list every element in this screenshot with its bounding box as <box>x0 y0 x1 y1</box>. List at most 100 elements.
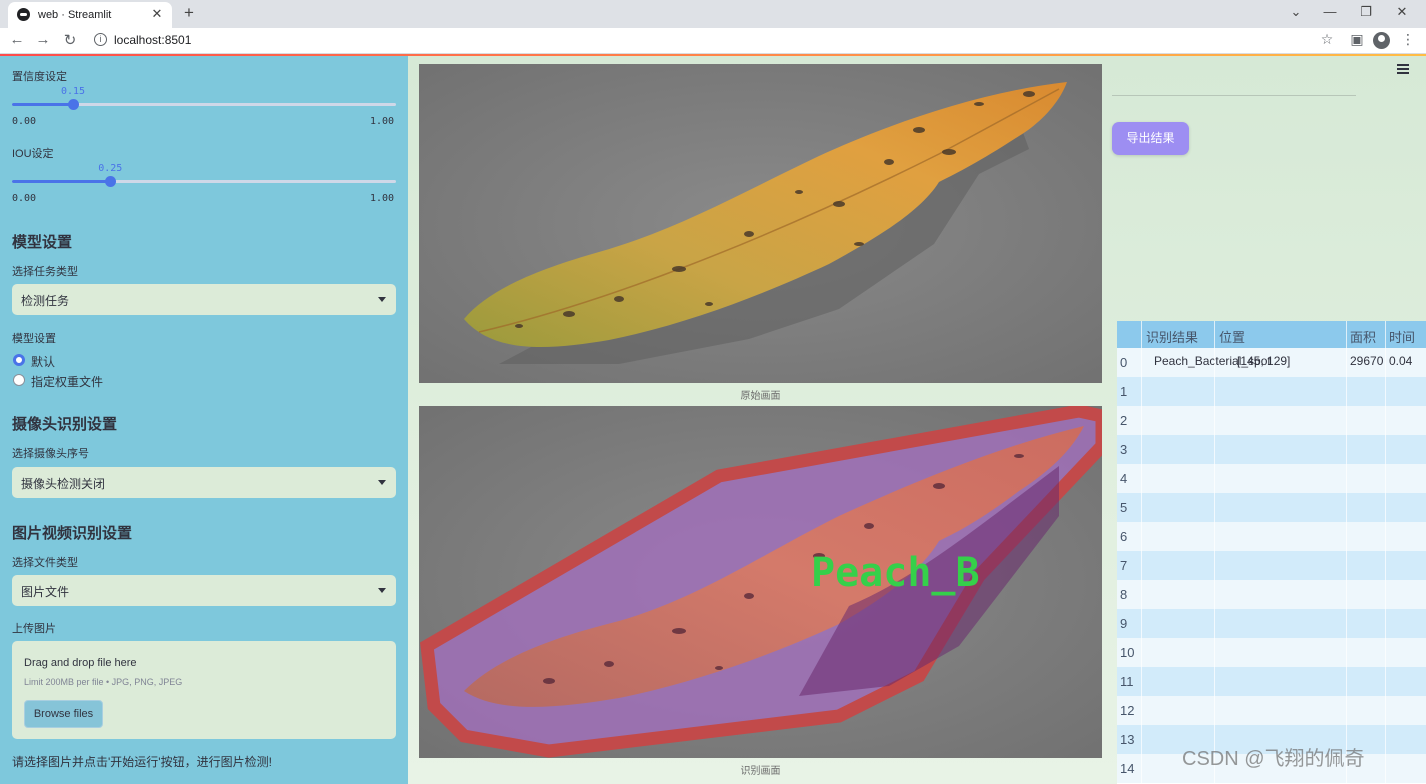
iou-label: IOU设定 <box>12 148 54 160</box>
browser-tab[interactable]: web · Streamlit ✕ <box>8 2 172 28</box>
task-type-select[interactable]: 检测任务 <box>12 284 396 315</box>
camera-section-title: 摄像头识别设置 <box>12 416 118 433</box>
bookmark-star-icon[interactable]: ☆ <box>1318 31 1336 48</box>
file-type-value: 图片文件 <box>21 585 70 599</box>
confidence-slider-thumb[interactable] <box>67 99 79 110</box>
table-row[interactable]: 8 <box>1117 580 1426 609</box>
table-row[interactable]: 1 <box>1117 377 1426 406</box>
iou-value: 0.25 <box>98 163 123 174</box>
iou-slider-thumb[interactable] <box>105 176 117 187</box>
iou-slider[interactable] <box>12 176 396 187</box>
table-row[interactable]: 9 <box>1117 609 1426 638</box>
col-result[interactable]: 识别结果 <box>1146 327 1198 346</box>
iou-slider-fill <box>12 180 111 183</box>
radio-default-label[interactable]: 默认 <box>31 353 55 370</box>
more-menu-icon[interactable]: ⋮ <box>1399 31 1417 48</box>
row-index: 3 <box>1120 442 1128 457</box>
watermark: CSDN @飞翔的佩奇 <box>1182 748 1365 770</box>
chevron-down-icon[interactable]: ⌄ <box>1286 4 1306 20</box>
table-row[interactable]: 3 <box>1117 435 1426 464</box>
file-type-select[interactable]: 图片文件 <box>12 575 396 606</box>
row-index: 0 <box>1120 355 1128 370</box>
radio-custom-weights[interactable] <box>13 374 25 386</box>
col-area[interactable]: 面积 <box>1350 327 1376 346</box>
radio-custom-weights-label[interactable]: 指定权重文件 <box>31 373 103 390</box>
row-index: 14 <box>1120 761 1135 776</box>
confidence-slider[interactable] <box>12 99 396 110</box>
original-image <box>419 64 1102 383</box>
confidence-min: 0.00 <box>12 116 37 127</box>
tab-close-icon[interactable]: ✕ <box>149 6 165 22</box>
back-icon[interactable]: ← <box>8 31 26 48</box>
row-index: 7 <box>1120 558 1128 573</box>
dropzone-title: Drag and drop file here <box>24 657 137 669</box>
table-row[interactable]: 12 <box>1117 696 1426 725</box>
row-index: 13 <box>1120 732 1135 747</box>
cell-position: [145, 129] <box>1237 354 1291 368</box>
row-index: 2 <box>1120 413 1128 428</box>
forward-icon[interactable]: → <box>34 31 52 48</box>
results-table[interactable]: 识别结果 位置 面积 时间 0 Peach_Bacterial_spot [145,… <box>1117 321 1426 784</box>
row-index: 12 <box>1120 703 1135 718</box>
column-separator <box>1214 321 1215 784</box>
table-row[interactable]: 4 <box>1117 464 1426 493</box>
iou-min: 0.00 <box>12 193 37 204</box>
table-row[interactable]: 7 <box>1117 551 1426 580</box>
table-row[interactable]: 10 <box>1117 638 1426 667</box>
row-index: 4 <box>1120 471 1128 486</box>
file-dropzone[interactable]: Drag and drop file here Limit 200MB per … <box>12 641 396 739</box>
radio-default[interactable] <box>13 354 25 366</box>
export-results-button[interactable]: 导出结果 <box>1112 122 1189 155</box>
browser-toolbar: ← → ↻ i localhost:8501 ☆ ▣ ⋮ <box>0 28 1426 54</box>
camera-label: 选择摄像头序号 <box>12 448 89 460</box>
model-section-title: 模型设置 <box>12 234 73 251</box>
minimize-icon[interactable]: — <box>1320 4 1340 19</box>
column-separator <box>1141 321 1142 784</box>
table-row[interactable]: 6 <box>1117 522 1426 551</box>
row-index: 11 <box>1120 674 1134 689</box>
camera-value: 摄像头检测关闭 <box>21 477 106 491</box>
row-index: 1 <box>1120 384 1128 399</box>
screen: web · Streamlit ✕ + ⌄ — ❐ ✕ ← → ↻ i loca… <box>0 0 1426 784</box>
detection-label: Peach_B <box>811 550 980 596</box>
column-separator <box>1385 321 1386 784</box>
instruction-text: 请选择图片并点击'开始运行'按钮，进行图片检测! <box>12 755 272 769</box>
col-position[interactable]: 位置 <box>1219 327 1245 346</box>
table-row[interactable]: 5 <box>1117 493 1426 522</box>
table-row[interactable]: 11 <box>1117 667 1426 696</box>
caret-down-icon <box>378 588 386 593</box>
upload-label: 上传图片 <box>12 623 56 635</box>
task-type-label: 选择任务类型 <box>12 266 78 278</box>
sidebar: 置信度设定 0.15 0.00 1.00 IOU设定 0.25 0.00 1.0… <box>0 56 408 784</box>
dropzone-limit: Limit 200MB per file • JPG, PNG, JPEG <box>24 677 183 687</box>
detection-image: Peach_B <box>419 406 1102 758</box>
camera-select[interactable]: 摄像头检测关闭 <box>12 467 396 498</box>
table-row[interactable]: 2 <box>1117 406 1426 435</box>
address-bar[interactable]: localhost:8501 <box>114 33 191 47</box>
row-index: 9 <box>1120 616 1128 631</box>
col-time[interactable]: 时间 <box>1389 327 1415 346</box>
divider <box>1112 95 1356 96</box>
restore-icon[interactable]: ❐ <box>1356 4 1376 20</box>
iou-max: 1.00 <box>370 193 395 204</box>
table-row[interactable]: 0 Peach_Bacterial_spot [145, 129] 29670 0.04 <box>1117 348 1426 377</box>
file-section-title: 图片视频识别设置 <box>12 525 133 542</box>
original-image-caption: 原始画面 <box>740 391 781 402</box>
side-panel-icon[interactable]: ▣ <box>1348 31 1366 48</box>
streamlit-favicon-icon <box>17 8 30 21</box>
row-index: 10 <box>1120 645 1135 660</box>
column-separator <box>1346 321 1347 784</box>
window-close-icon[interactable]: ✕ <box>1392 4 1412 20</box>
site-info-icon[interactable]: i <box>94 33 107 46</box>
new-tab-icon[interactable]: + <box>180 3 198 23</box>
row-index: 5 <box>1120 500 1128 515</box>
hamburger-menu-icon[interactable] <box>1397 64 1409 74</box>
cell-time: 0.04 <box>1389 354 1413 368</box>
profile-avatar-icon[interactable] <box>1373 32 1390 49</box>
confidence-value: 0.15 <box>60 86 86 97</box>
browse-files-button[interactable]: Browse files <box>24 700 103 728</box>
row-index: 6 <box>1120 529 1128 544</box>
detection-illustration: Peach_B <box>419 406 1102 758</box>
reload-icon[interactable]: ↻ <box>61 31 79 49</box>
table-header: 识别结果 位置 面积 时间 <box>1117 321 1426 348</box>
